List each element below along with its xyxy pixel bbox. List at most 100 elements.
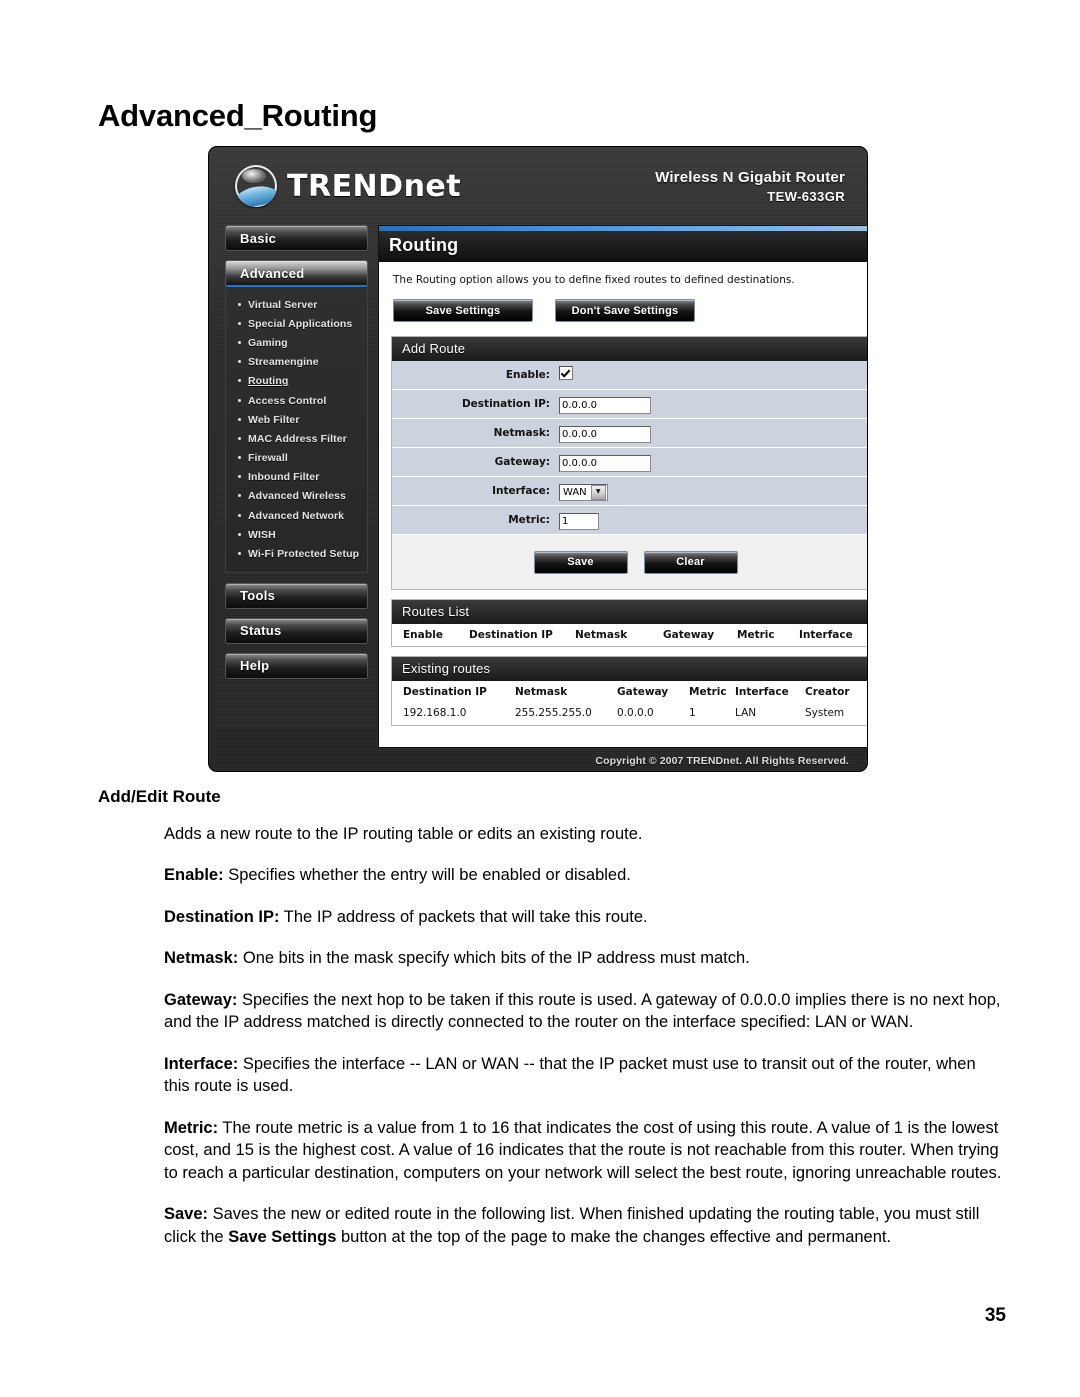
clear-button[interactable]: Clear: [643, 550, 738, 574]
bullet-icon: [238, 494, 241, 498]
bullet-icon: [238, 360, 241, 364]
bullet-icon: [238, 456, 241, 460]
term-interface: Interface:: [164, 1054, 239, 1073]
sidebar-item-wish[interactable]: WISH: [236, 525, 363, 544]
text-destination-ip: The IP address of packets that will take…: [279, 907, 648, 926]
bullet-icon: [238, 513, 241, 517]
chevron-down-icon: ▼: [590, 484, 606, 500]
term-save: Save:: [164, 1205, 209, 1223]
bullet-icon: [238, 532, 241, 536]
sidebar-item-label: Streamengine: [248, 356, 319, 369]
paragraph-save: Save: Saves the new or edited route in t…: [164, 1203, 1003, 1248]
sidebar-item-label: Virtual Server: [248, 298, 318, 311]
sidebar-item-label: Gaming: [248, 336, 288, 349]
add-route-actions: Save Clear: [392, 535, 867, 589]
interface-label: Interface:: [492, 485, 550, 497]
text-netmask: One bits in the mask specify which bits …: [238, 949, 750, 967]
col-destination-ip: Destination IP: [469, 629, 553, 641]
term-metric: Metric:: [164, 1118, 219, 1137]
col-interface: Interface: [735, 686, 789, 698]
page-number: 35: [984, 1305, 1006, 1326]
text-enable: Specifies whether the entry will be enab…: [223, 866, 631, 884]
paragraph-netmask: Netmask: One bits in the mask specify wh…: [164, 947, 1003, 970]
panel-description: The Routing option allows you to define …: [393, 274, 795, 286]
gateway-input[interactable]: [559, 454, 651, 472]
dont-save-settings-button[interactable]: Don't Save Settings: [555, 299, 695, 322]
existing-routes-section: Existing routes Destination IP Netmask G…: [391, 656, 867, 726]
interface-select[interactable]: WAN ▼: [559, 483, 608, 501]
enable-checkbox[interactable]: [559, 365, 573, 380]
save-button[interactable]: Save: [533, 550, 628, 574]
sidebar-item-streamengine[interactable]: Streamengine: [236, 353, 363, 372]
sidebar-item-web-filter[interactable]: Web Filter: [236, 410, 363, 429]
sidebar-tab-status[interactable]: Status: [225, 617, 368, 644]
trendnet-logo: TRENDnet: [235, 165, 461, 207]
field-row-interface: Interface: WAN ▼: [392, 477, 867, 506]
bullet-icon: [238, 417, 241, 421]
col-enable: Enable: [403, 629, 443, 641]
col-destination-ip: Destination IP: [403, 686, 487, 698]
term-gateway: Gateway:: [164, 990, 238, 1009]
routes-list-heading: Routes List: [392, 600, 867, 624]
sidebar-submenu: Virtual Server Special Applications Gami…: [225, 287, 368, 573]
add-route-heading: Add Route: [392, 337, 867, 361]
router-admin-screenshot: TRENDnet Wireless N Gigabit Router TEW-6…: [208, 146, 868, 772]
paragraph-destination-ip: Destination IP: The IP address of packet…: [164, 906, 1003, 929]
sidebar-item-label: Firewall: [248, 452, 288, 465]
bullet-icon: [238, 398, 241, 402]
sidebar-item-label: Inbound Filter: [248, 471, 320, 484]
term-destination-ip: Destination IP:: [164, 907, 280, 926]
router-header: TRENDnet Wireless N Gigabit Router TEW-6…: [209, 147, 867, 225]
paragraph-enable: Enable: Specifies whether the entry will…: [164, 864, 1003, 887]
sidebar-tab-tools[interactable]: Tools: [225, 582, 368, 609]
sidebar-item-wifi-protected-setup[interactable]: Wi-Fi Protected Setup: [236, 544, 363, 563]
sidebar-tab-help[interactable]: Help: [225, 652, 368, 679]
destination-ip-label: Destination IP:: [461, 398, 550, 410]
col-netmask: Netmask: [575, 629, 628, 641]
cell-creator: System: [805, 707, 845, 719]
col-interface: Interface: [799, 629, 853, 641]
cell-destination-ip: 192.168.1.0: [403, 707, 467, 719]
sidebar-item-label: Web Filter: [248, 413, 300, 426]
sidebar-tab-basic[interactable]: Basic: [225, 225, 368, 251]
model-number: TEW-633GR: [767, 189, 845, 204]
field-row-netmask: Netmask:: [392, 419, 867, 448]
cell-interface: LAN: [735, 707, 757, 719]
logo-text-main: TREND: [287, 168, 404, 204]
sidebar-item-firewall[interactable]: Firewall: [236, 449, 363, 468]
col-metric: Metric: [689, 686, 727, 698]
add-route-section: Add Route Enable: Destination IP: Netmas…: [391, 336, 867, 590]
term-enable: Enable:: [164, 866, 224, 884]
cell-gateway: 0.0.0.0: [617, 707, 654, 719]
cell-netmask: 255.255.255.0: [515, 707, 592, 719]
routes-list-header-row: Enable Destination IP Netmask Gateway Me…: [392, 624, 867, 646]
logo-text-sub: net: [403, 168, 462, 204]
page-title: Advanced_Routing: [98, 98, 378, 133]
sidebar-item-inbound-filter[interactable]: Inbound Filter: [236, 468, 363, 487]
sidebar-item-access-control[interactable]: Access Control: [236, 391, 363, 410]
bullet-icon: [238, 340, 241, 344]
bullet-icon: [238, 436, 241, 440]
metric-input[interactable]: [559, 512, 599, 530]
interface-selected-value: WAN: [563, 486, 587, 498]
sidebar-item-mac-address-filter[interactable]: MAC Address Filter: [236, 429, 363, 448]
table-row[interactable]: 192.168.1.0 255.255.255.0 0.0.0.0 1 LAN …: [392, 703, 867, 725]
sidebar-item-gaming[interactable]: Gaming: [236, 333, 363, 352]
sidebar-item-special-applications[interactable]: Special Applications: [236, 314, 363, 333]
sidebar-item-advanced-network[interactable]: Advanced Network: [236, 506, 363, 525]
destination-ip-input[interactable]: [559, 396, 651, 414]
sidebar-item-virtual-server[interactable]: Virtual Server: [236, 295, 363, 314]
sidebar-item-label: Advanced Network: [248, 509, 345, 522]
term-netmask: Netmask:: [164, 949, 239, 967]
logo-wordmark: TRENDnet: [287, 169, 461, 204]
sidebar-item-advanced-wireless[interactable]: Advanced Wireless: [236, 487, 363, 506]
routes-list-section: Routes List Enable Destination IP Netmas…: [391, 599, 867, 647]
netmask-input[interactable]: [559, 425, 651, 443]
emph-save-settings: Save Settings: [228, 1227, 337, 1246]
bullet-icon: [238, 321, 241, 325]
save-settings-button[interactable]: Save Settings: [393, 299, 533, 322]
sidebar-item-routing[interactable]: Routing: [236, 372, 363, 391]
bullet-icon: [238, 379, 241, 383]
sidebar-tab-advanced[interactable]: Advanced: [225, 260, 368, 287]
field-row-enable: Enable:: [392, 361, 867, 390]
